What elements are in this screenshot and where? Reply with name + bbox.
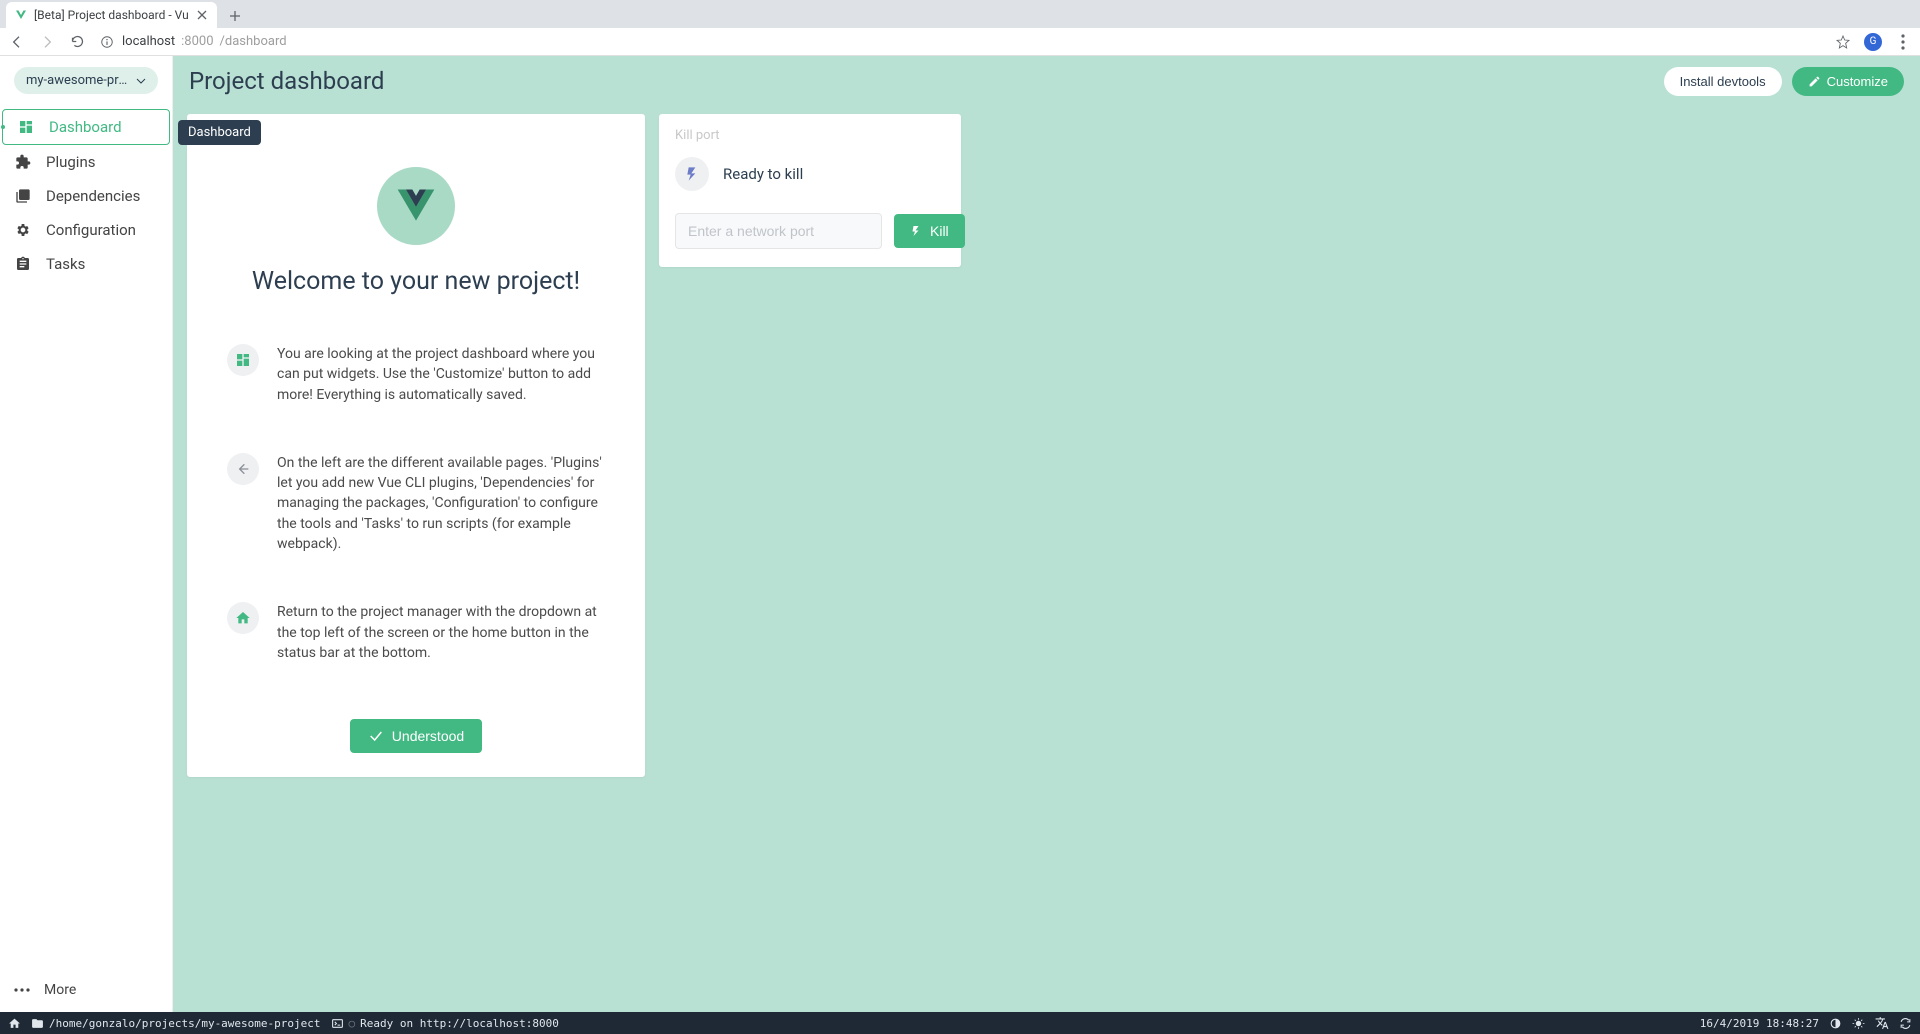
forward-icon[interactable] (38, 33, 56, 51)
refresh-icon[interactable] (1899, 1017, 1912, 1030)
vue-favicon-icon (14, 8, 28, 22)
home-status-icon[interactable] (8, 1017, 21, 1030)
chevron-down-icon (136, 76, 146, 86)
welcome-card: ps Welcome to your new project! You are … (187, 114, 645, 777)
welcome-card-label: ps (203, 128, 629, 143)
sidebar-item-configuration[interactable]: Configuration (0, 213, 172, 247)
bug-icon[interactable] (1852, 1017, 1865, 1030)
welcome-row-text: You are looking at the project dashboard… (277, 344, 629, 405)
dashboard-tip-icon (227, 344, 259, 376)
profile-avatar[interactable]: G (1864, 33, 1882, 51)
star-icon[interactable] (1834, 33, 1852, 51)
welcome-row-text: Return to the project manager with the d… (277, 602, 629, 663)
sidebar-more[interactable]: More (0, 972, 172, 1012)
app: my-awesome-proje… Dashboard Plugins (0, 56, 1920, 1034)
status-timestamp: 16/4/2019 18:48:27 (1700, 1017, 1819, 1030)
project-switcher[interactable]: my-awesome-proje… (14, 67, 158, 94)
arrow-left-icon (227, 453, 259, 485)
welcome-row: Return to the project manager with the d… (203, 602, 629, 663)
sidebar-item-dependencies[interactable]: Dependencies (0, 179, 172, 213)
kill-port-card: Kill port Ready to kill Kil (659, 114, 961, 267)
customize-button[interactable]: Customize (1792, 67, 1904, 96)
check-icon (368, 728, 384, 744)
welcome-title: Welcome to your new project! (203, 267, 629, 296)
dashboard-content: ps Welcome to your new project! You are … (173, 106, 1920, 1012)
status-bar: /home/gonzalo/projects/my-awesome-projec… (0, 1012, 1920, 1034)
dependencies-icon (14, 187, 32, 205)
browser-menu-icon[interactable] (1894, 33, 1912, 51)
sidebar-item-label: Configuration (46, 221, 136, 239)
browser-tab-title: [Beta] Project dashboard - Vu (34, 8, 189, 22)
bolt-icon (910, 223, 922, 239)
dashboard-icon (17, 118, 35, 136)
home-icon (227, 602, 259, 634)
welcome-row: On the left are the different available … (203, 453, 629, 554)
kill-button-label: Kill (930, 223, 949, 239)
kill-port-status: Ready to kill (675, 157, 945, 191)
sidebar-item-tasks[interactable]: Tasks (0, 247, 172, 281)
page-title: Project dashboard (189, 67, 384, 95)
sidebar-item-label: Tasks (46, 255, 85, 273)
more-icon (14, 988, 30, 992)
status-path: /home/gonzalo/projects/my-awesome-projec… (49, 1017, 321, 1030)
sidebar-tooltip: Dashboard (178, 120, 261, 145)
url-path: /dashboard (220, 34, 287, 49)
kill-button[interactable]: Kill (894, 214, 965, 248)
sidebar-item-label: Dashboard (49, 118, 122, 136)
tab-strip: [Beta] Project dashboard - Vu (0, 0, 1920, 28)
back-icon[interactable] (8, 33, 26, 51)
plugins-icon (14, 153, 32, 171)
understood-button[interactable]: Understood (350, 719, 482, 753)
sidebar-item-label: Dependencies (46, 187, 140, 205)
url-port: :8000 (181, 34, 213, 49)
install-devtools-button[interactable]: Install devtools (1664, 67, 1782, 96)
sidebar-item-label: Plugins (46, 153, 95, 171)
main-header: Project dashboard Install devtools Custo… (173, 56, 1920, 106)
welcome-row: You are looking at the project dashboard… (203, 344, 629, 405)
tasks-icon (14, 255, 32, 273)
sidebar-item-dashboard[interactable]: Dashboard (2, 109, 170, 145)
vue-logo-icon (377, 167, 455, 245)
sidebar: my-awesome-proje… Dashboard Plugins (0, 56, 173, 1012)
customize-label: Customize (1827, 74, 1888, 89)
theme-toggle-icon[interactable] (1829, 1017, 1842, 1030)
browser-tab[interactable]: [Beta] Project dashboard - Vu (6, 2, 217, 28)
kill-port-status-text: Ready to kill (723, 165, 803, 183)
kill-port-label: Kill port (675, 128, 945, 143)
understood-label: Understood (392, 728, 464, 744)
main: Project dashboard Install devtools Custo… (173, 56, 1920, 1012)
folder-status-item[interactable]: /home/gonzalo/projects/my-awesome-projec… (31, 1017, 321, 1030)
address-bar: localhost :8000/dashboard G (0, 28, 1920, 56)
bolt-icon (675, 157, 709, 191)
url-box[interactable]: localhost :8000/dashboard (98, 33, 1822, 51)
sidebar-tooltip-text: Dashboard (188, 125, 251, 140)
sidebar-more-label: More (44, 982, 76, 998)
avatar-initial: G (1870, 36, 1877, 47)
browser-chrome: [Beta] Project dashboard - Vu localhost:… (0, 0, 1920, 56)
project-switcher-label: my-awesome-proje… (26, 73, 130, 88)
configuration-icon (14, 221, 32, 239)
info-icon[interactable] (98, 33, 116, 51)
pencil-icon (1808, 75, 1821, 88)
url-host: localhost (122, 34, 175, 49)
welcome-row-text: On the left are the different available … (277, 453, 629, 554)
reload-icon[interactable] (68, 33, 86, 51)
status-log: Ready on http://localhost:8000 (360, 1017, 559, 1030)
kill-port-input[interactable] (675, 213, 882, 249)
sidebar-item-plugins[interactable]: Plugins (0, 145, 172, 179)
log-status-item[interactable]: ○ Ready on http://localhost:8000 (331, 1017, 559, 1030)
install-devtools-label: Install devtools (1680, 74, 1766, 89)
translate-icon[interactable] (1875, 1016, 1889, 1030)
new-tab-button[interactable] (223, 4, 247, 28)
close-icon[interactable] (195, 8, 209, 22)
